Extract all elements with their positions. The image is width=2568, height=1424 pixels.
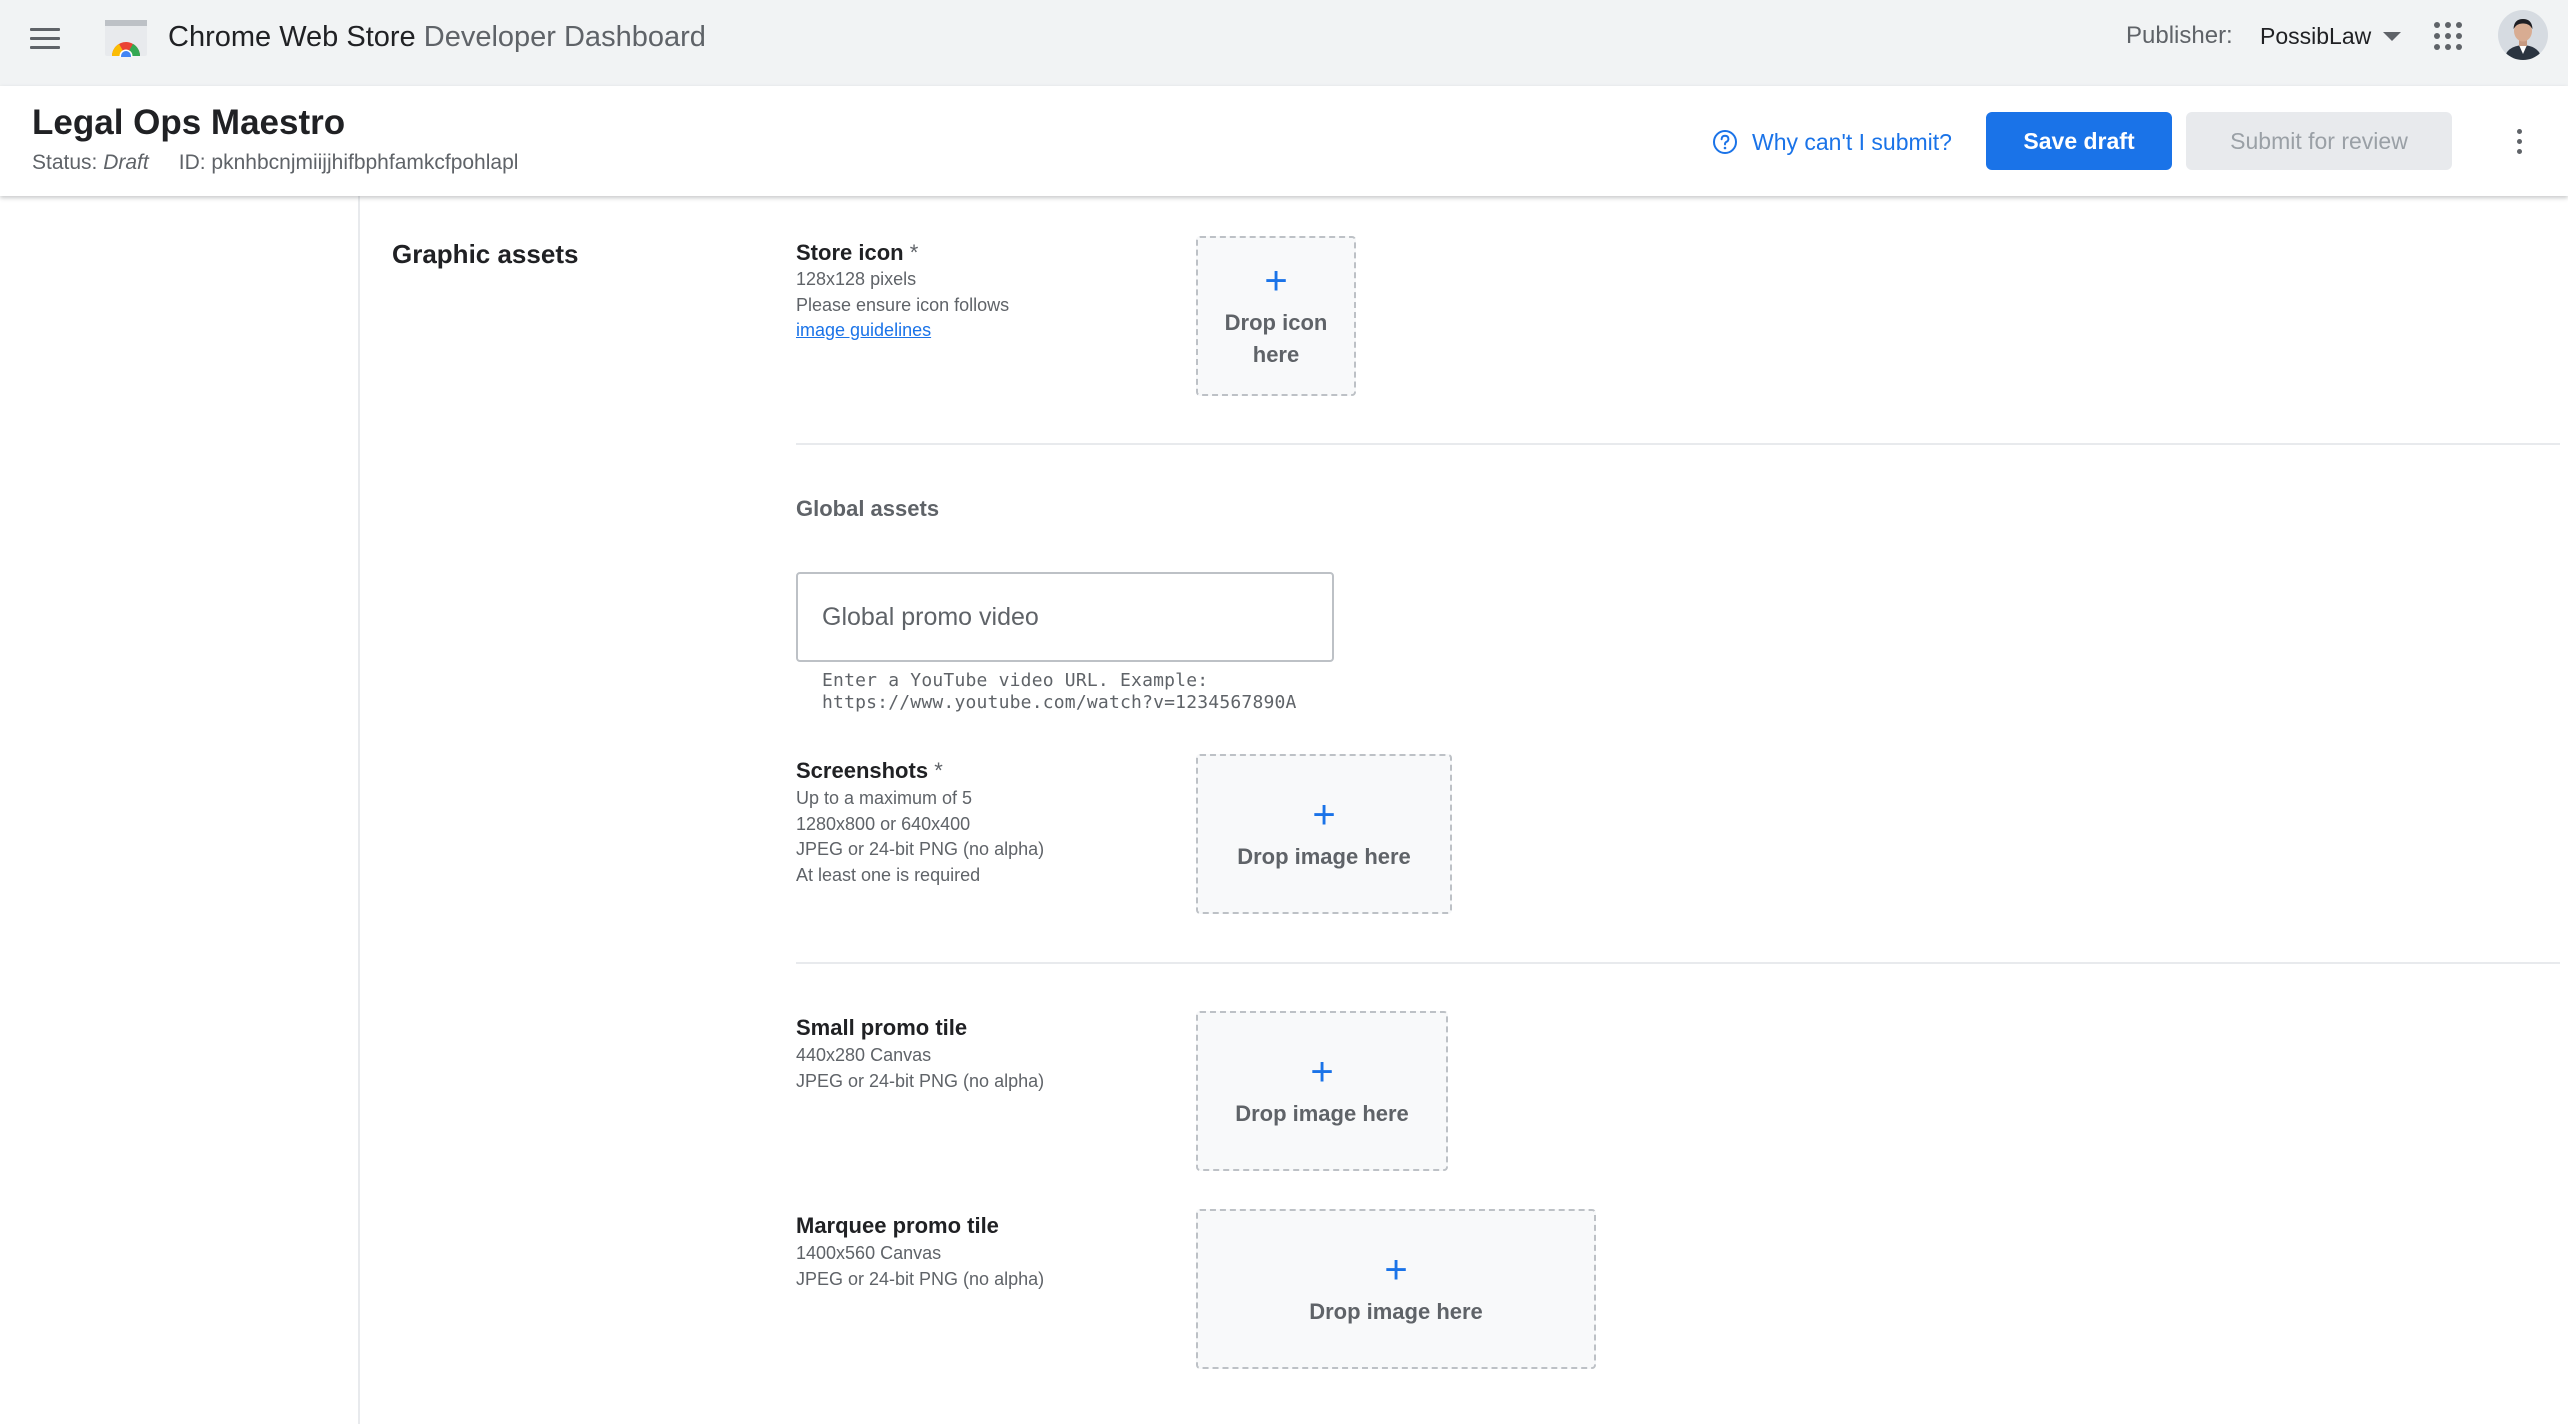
- marquee-promo-dropzone[interactable]: + Drop image here: [1196, 1209, 1596, 1369]
- marquee-promo-size: 1400x560 Canvas: [796, 1243, 942, 1263]
- item-id-label: ID:: [178, 151, 206, 174]
- help-circle-icon: [1713, 130, 1737, 154]
- drop-text-line-1: Drop icon: [1224, 310, 1328, 335]
- status-value: Draft: [103, 151, 149, 174]
- app-title-store: Chrome Web Store: [168, 21, 416, 53]
- small-promo-desc: 440x280 Canvas JPEG or 24-bit PNG (no al…: [796, 1043, 1044, 1094]
- screenshots-label: Screenshots *: [796, 756, 943, 786]
- plus-icon: +: [1310, 1050, 1334, 1094]
- store-icon-size: 128x128 pixels: [796, 269, 917, 289]
- store-icon-label-text: Store icon: [796, 240, 904, 265]
- small-promo-format: JPEG or 24-bit PNG (no alpha): [796, 1070, 1045, 1091]
- video-hint-line-1: Enter a YouTube video URL. Example:: [822, 670, 1209, 691]
- avatar[interactable]: [2498, 10, 2548, 60]
- item-header: Legal Ops Maestro Status: Draft ID: pknhb…: [0, 86, 2568, 196]
- marquee-promo-drop-text: Drop image here: [1309, 1299, 1483, 1324]
- plus-icon: +: [1264, 259, 1288, 303]
- why-cant-submit-link[interactable]: Why can't I submit?: [1712, 126, 1952, 158]
- video-hint-example-url: https://www.youtube.com/watch?v=12345678…: [822, 692, 1297, 713]
- drop-text-line-2: here: [1252, 342, 1300, 367]
- store-icon-dropzone[interactable]: + Drop icon here: [1196, 236, 1356, 396]
- chevron-down-icon: [2383, 31, 2402, 41]
- marquee-promo-format: JPEG or 24-bit PNG (no alpha): [796, 1268, 1045, 1289]
- screenshots-format: JPEG or 24-bit PNG (no alpha): [796, 839, 1045, 859]
- publisher-select[interactable]: PossibLaw: [2260, 18, 2402, 54]
- store-icon-note: Please ensure icon follows: [796, 294, 1010, 315]
- small-promo-label: Small promo tile: [796, 1015, 968, 1040]
- menu-icon[interactable]: [30, 20, 66, 56]
- small-promo-size: 440x280 Canvas: [796, 1045, 932, 1065]
- app-bar: Chrome Web Store Developer Dashboard Pub…: [0, 0, 2568, 86]
- global-promo-video-input[interactable]: [796, 572, 1334, 662]
- video-url-hint: Enter a YouTube video URL. Example: http…: [822, 670, 1297, 714]
- submit-for-review-button[interactable]: Submit for review: [2186, 112, 2452, 170]
- store-icon-drop-text: Drop icon here: [1225, 307, 1328, 371]
- apps-grid-icon[interactable]: [2434, 22, 2462, 50]
- app-title-dashboard: Developer Dashboard: [423, 21, 706, 53]
- publisher-label: Publisher:: [2126, 22, 2233, 49]
- screenshots-max: Up to a maximum of 5: [796, 788, 973, 808]
- store-icon-desc: 128x128 pixels Please ensure icon follow…: [796, 267, 1009, 344]
- more-vert-icon[interactable]: [2506, 124, 2532, 158]
- required-mark: *: [934, 758, 943, 783]
- marquee-promo-desc: 1400x560 Canvas JPEG or 24-bit PNG (no a…: [796, 1241, 1044, 1292]
- screenshots-size: 1280x800 or 640x400: [796, 813, 971, 834]
- chrome-web-store-logo[interactable]: [104, 19, 148, 57]
- item-status: Status: Draft ID: pknhbcnjmiijjhifbphfamk…: [32, 148, 518, 178]
- plus-icon: +: [1384, 1248, 1408, 1292]
- save-draft-button[interactable]: Save draft: [1986, 112, 2172, 170]
- screenshots-drop-text: Drop image here: [1237, 844, 1411, 869]
- required-mark: *: [909, 240, 919, 265]
- small-promo-drop-text: Drop image here: [1235, 1101, 1409, 1126]
- app-title: Chrome Web Store Developer Dashboard: [168, 18, 706, 56]
- plus-icon: +: [1312, 793, 1336, 837]
- screenshots-dropzone[interactable]: + Drop image here: [1196, 754, 1452, 914]
- marquee-promo-label: Marquee promo tile: [796, 1213, 999, 1238]
- divider: [796, 443, 2560, 445]
- screenshots-label-text: Screenshots: [796, 758, 929, 783]
- screenshots-required-note: At least one is required: [796, 864, 981, 885]
- divider: [796, 962, 2560, 964]
- small-promo-dropzone[interactable]: + Drop image here: [1196, 1011, 1448, 1171]
- status-label: Status:: [32, 151, 98, 174]
- item-id-value: pknhbcnjmiijjhifbphfamkcfpohlapl: [211, 151, 519, 174]
- left-rail-divider: [358, 196, 360, 1424]
- why-cant-submit-label: Why can't I submit?: [1752, 129, 1952, 155]
- screenshots-desc: Up to a maximum of 5 1280x800 or 640x400…: [796, 786, 1044, 888]
- global-assets-title: Global assets: [796, 496, 940, 521]
- section-title: Graphic assets: [392, 239, 579, 269]
- item-title: Legal Ops Maestro: [32, 103, 346, 142]
- publisher-name: PossibLaw: [2260, 22, 2372, 49]
- image-guidelines-link[interactable]: image guidelines: [796, 320, 931, 340]
- store-icon-label: Store icon *: [796, 238, 918, 268]
